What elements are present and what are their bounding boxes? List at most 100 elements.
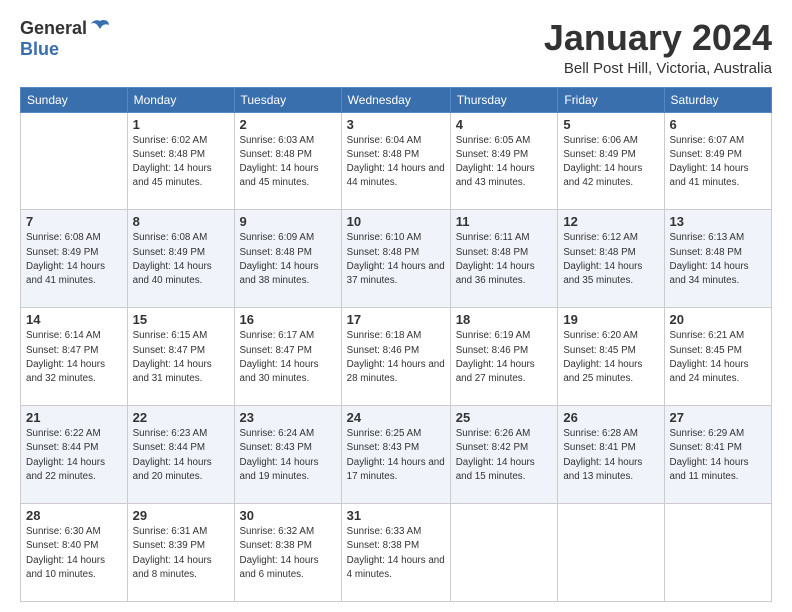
calendar-cell: 22Sunrise: 6:23 AMSunset: 8:44 PMDayligh… (127, 406, 234, 504)
day-number: 30 (240, 508, 336, 523)
calendar-week-row: 14 Sunrise: 6:14 AMSunset: 8:47 PMDayligh… (21, 308, 772, 406)
day-number: 13 (670, 214, 766, 229)
calendar-title: January 2024 (544, 18, 772, 58)
header: General Blue January 2024 Bell Post Hill… (20, 18, 772, 77)
calendar-cell: 6 Sunrise: 6:07 AMSunset: 8:49 PMDaylight… (664, 112, 771, 210)
day-number: 26 (563, 410, 658, 425)
calendar-cell: 30 Sunrise: 6:32 AMSunset: 8:38 PMDayligh… (234, 504, 341, 602)
header-friday: Friday (558, 87, 664, 112)
day-info: Sunrise: 6:12 AMSunset: 8:48 PMDaylight:… (563, 231, 658, 288)
day-number: 2 (240, 117, 336, 132)
calendar-cell: 26 Sunrise: 6:28 AMSunset: 8:41 PMDayligh… (558, 406, 664, 504)
day-number: 15 (133, 312, 229, 327)
calendar-cell: 23 Sunrise: 6:24 AMSunset: 8:43 PMDayligh… (234, 406, 341, 504)
calendar-week-row: 1 Sunrise: 6:02 AMSunset: 8:48 PMDaylight… (21, 112, 772, 210)
calendar-cell: 3Sunrise: 6:04 AMSunset: 8:48 PMDaylight… (341, 112, 450, 210)
day-info: Sunrise: 6:21 AMSunset: 8:45 PMDaylight:… (670, 329, 766, 386)
logo: General Blue (20, 18, 111, 60)
day-number: 7 (26, 214, 122, 229)
calendar-cell (558, 504, 664, 602)
calendar-cell: 2 Sunrise: 6:03 AMSunset: 8:48 PMDaylight… (234, 112, 341, 210)
day-number: 25 (456, 410, 553, 425)
day-info: Sunrise: 6:29 AMSunset: 8:41 PMDaylight:… (670, 427, 766, 484)
calendar-table: Sunday Monday Tuesday Wednesday Thursday… (20, 87, 772, 602)
day-number: 9 (240, 214, 336, 229)
day-info: Sunrise: 6:08 AMSunset: 8:49 PMDaylight:… (26, 231, 122, 288)
day-number: 1 (133, 117, 229, 132)
calendar-cell: 25 Sunrise: 6:26 AMSunset: 8:42 PMDayligh… (450, 406, 558, 504)
day-info: Sunrise: 6:20 AMSunset: 8:45 PMDaylight:… (563, 329, 658, 386)
calendar-week-row: 7 Sunrise: 6:08 AMSunset: 8:49 PMDaylight… (21, 210, 772, 308)
calendar-cell: 11 Sunrise: 6:11 AMSunset: 8:48 PMDayligh… (450, 210, 558, 308)
day-number: 8 (133, 214, 229, 229)
header-wednesday: Wednesday (341, 87, 450, 112)
day-number: 24 (347, 410, 445, 425)
day-number: 31 (347, 508, 445, 523)
day-info: Sunrise: 6:10 AMSunset: 8:48 PMDaylight:… (347, 231, 445, 288)
calendar-cell: 28Sunrise: 6:30 AMSunset: 8:40 PMDayligh… (21, 504, 128, 602)
logo-bird-icon (89, 17, 111, 39)
calendar-cell: 4 Sunrise: 6:05 AMSunset: 8:49 PMDaylight… (450, 112, 558, 210)
day-number: 17 (347, 312, 445, 327)
calendar-cell: 12Sunrise: 6:12 AMSunset: 8:48 PMDayligh… (558, 210, 664, 308)
calendar-cell: 27Sunrise: 6:29 AMSunset: 8:41 PMDayligh… (664, 406, 771, 504)
calendar-cell: 8 Sunrise: 6:08 AMSunset: 8:49 PMDaylight… (127, 210, 234, 308)
day-info: Sunrise: 6:03 AMSunset: 8:48 PMDaylight:… (240, 134, 336, 191)
calendar-cell: 17Sunrise: 6:18 AMSunset: 8:46 PMDayligh… (341, 308, 450, 406)
day-info: Sunrise: 6:32 AMSunset: 8:38 PMDaylight:… (240, 525, 336, 582)
day-number: 10 (347, 214, 445, 229)
day-info: Sunrise: 6:11 AMSunset: 8:48 PMDaylight:… (456, 231, 553, 288)
calendar-cell: 19 Sunrise: 6:20 AMSunset: 8:45 PMDayligh… (558, 308, 664, 406)
day-info: Sunrise: 6:28 AMSunset: 8:41 PMDaylight:… (563, 427, 658, 484)
day-number: 16 (240, 312, 336, 327)
day-info: Sunrise: 6:04 AMSunset: 8:48 PMDaylight:… (347, 134, 445, 191)
day-info: Sunrise: 6:14 AMSunset: 8:47 PMDaylight:… (26, 329, 122, 386)
day-info: Sunrise: 6:13 AMSunset: 8:48 PMDaylight:… (670, 231, 766, 288)
day-info: Sunrise: 6:26 AMSunset: 8:42 PMDaylight:… (456, 427, 553, 484)
day-number: 22 (133, 410, 229, 425)
day-info: Sunrise: 6:05 AMSunset: 8:49 PMDaylight:… (456, 134, 553, 191)
day-info: Sunrise: 6:25 AMSunset: 8:43 PMDaylight:… (347, 427, 445, 484)
day-number: 11 (456, 214, 553, 229)
calendar-cell: 31Sunrise: 6:33 AMSunset: 8:38 PMDayligh… (341, 504, 450, 602)
calendar-cell: 20 Sunrise: 6:21 AMSunset: 8:45 PMDayligh… (664, 308, 771, 406)
day-number: 28 (26, 508, 122, 523)
calendar-cell (450, 504, 558, 602)
day-number: 4 (456, 117, 553, 132)
header-thursday: Thursday (450, 87, 558, 112)
title-block: January 2024 Bell Post Hill, Victoria, A… (544, 18, 772, 77)
day-number: 19 (563, 312, 658, 327)
day-info: Sunrise: 6:24 AMSunset: 8:43 PMDaylight:… (240, 427, 336, 484)
header-saturday: Saturday (664, 87, 771, 112)
page: General Blue January 2024 Bell Post Hill… (0, 0, 792, 612)
day-info: Sunrise: 6:17 AMSunset: 8:47 PMDaylight:… (240, 329, 336, 386)
logo-general-text: General (20, 18, 87, 39)
calendar-cell (21, 112, 128, 210)
day-info: Sunrise: 6:08 AMSunset: 8:49 PMDaylight:… (133, 231, 229, 288)
calendar-cell: 13 Sunrise: 6:13 AMSunset: 8:48 PMDayligh… (664, 210, 771, 308)
calendar-cell: 14 Sunrise: 6:14 AMSunset: 8:47 PMDayligh… (21, 308, 128, 406)
day-info: Sunrise: 6:07 AMSunset: 8:49 PMDaylight:… (670, 134, 766, 191)
day-number: 14 (26, 312, 122, 327)
day-info: Sunrise: 6:31 AMSunset: 8:39 PMDaylight:… (133, 525, 229, 582)
day-number: 6 (670, 117, 766, 132)
header-sunday: Sunday (21, 87, 128, 112)
day-number: 20 (670, 312, 766, 327)
calendar-cell: 15 Sunrise: 6:15 AMSunset: 8:47 PMDayligh… (127, 308, 234, 406)
day-info: Sunrise: 6:15 AMSunset: 8:47 PMDaylight:… (133, 329, 229, 386)
calendar-cell: 7 Sunrise: 6:08 AMSunset: 8:49 PMDaylight… (21, 210, 128, 308)
day-info: Sunrise: 6:22 AMSunset: 8:44 PMDaylight:… (26, 427, 122, 484)
calendar-cell: 10 Sunrise: 6:10 AMSunset: 8:48 PMDayligh… (341, 210, 450, 308)
calendar-cell: 29 Sunrise: 6:31 AMSunset: 8:39 PMDayligh… (127, 504, 234, 602)
calendar-cell: 21 Sunrise: 6:22 AMSunset: 8:44 PMDayligh… (21, 406, 128, 504)
day-number: 29 (133, 508, 229, 523)
calendar-cell (664, 504, 771, 602)
logo-blue-text: Blue (20, 39, 59, 59)
weekday-header-row: Sunday Monday Tuesday Wednesday Thursday… (21, 87, 772, 112)
day-number: 21 (26, 410, 122, 425)
calendar-cell: 16 Sunrise: 6:17 AMSunset: 8:47 PMDayligh… (234, 308, 341, 406)
calendar-week-row: 28Sunrise: 6:30 AMSunset: 8:40 PMDayligh… (21, 504, 772, 602)
day-number: 23 (240, 410, 336, 425)
day-info: Sunrise: 6:02 AMSunset: 8:48 PMDaylight:… (133, 134, 229, 191)
calendar-week-row: 21 Sunrise: 6:22 AMSunset: 8:44 PMDayligh… (21, 406, 772, 504)
